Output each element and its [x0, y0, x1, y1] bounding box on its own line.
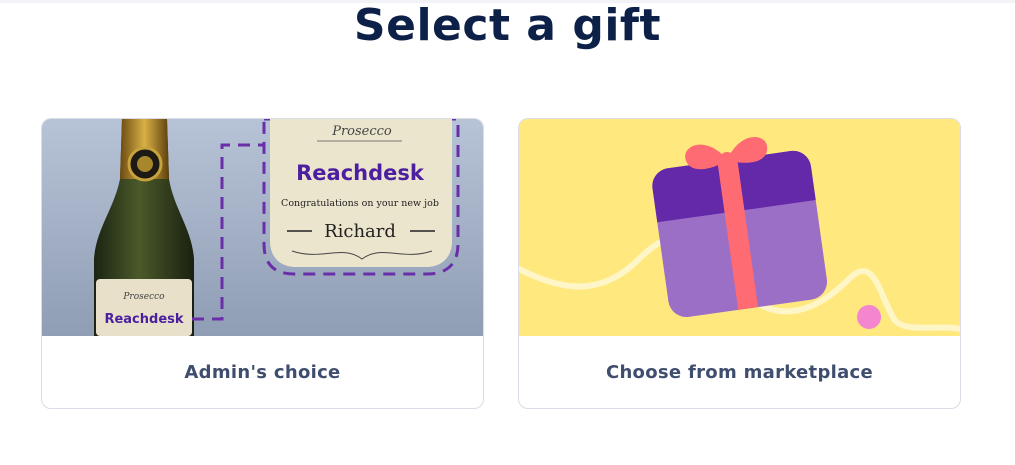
prosecco-bottle-image: Prosecco Reachdesk Prosecco Reachdesk Co… [42, 119, 483, 336]
svg-text:Prosecco: Prosecco [331, 124, 392, 139]
svg-text:Reachdesk: Reachdesk [296, 161, 425, 185]
admins-choice-card[interactable]: Prosecco Reachdesk Prosecco Reachdesk Co… [41, 118, 484, 409]
gift-box-image [519, 119, 960, 336]
svg-text:Congratulations on your new jo: Congratulations on your new job [281, 198, 439, 209]
page-title: Select a gift [353, 0, 662, 51]
svg-text:Richard: Richard [324, 221, 396, 242]
marketplace-label: Choose from marketplace [605, 361, 874, 383]
admins-choice-label: Admin's choice [184, 361, 341, 383]
marketplace-card[interactable]: Choose from marketplace [518, 118, 961, 409]
pink-dot-icon [857, 305, 881, 329]
svg-text:Reachdesk: Reachdesk [104, 312, 183, 327]
svg-text:Prosecco: Prosecco [122, 292, 165, 302]
